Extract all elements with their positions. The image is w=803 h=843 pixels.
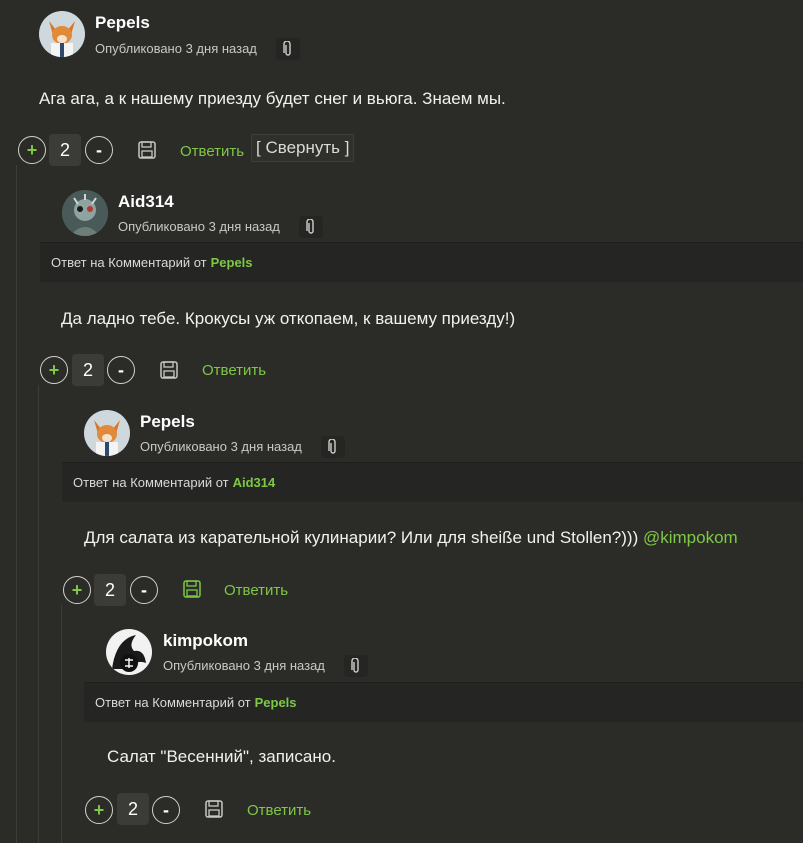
thread-line — [38, 385, 39, 843]
paperclip-button[interactable] — [299, 216, 323, 238]
collapse-button[interactable]: [ Свернуть ] — [251, 134, 355, 162]
vote-down-button[interactable]: - — [107, 356, 135, 384]
published-date: Опубликовано 3 дня назад — [163, 658, 325, 673]
vote-up-button[interactable]: + — [18, 136, 46, 164]
paperclip-icon — [283, 41, 291, 56]
published-date: Опубликовано 3 дня назад — [95, 41, 257, 56]
comment-author[interactable]: Aid314 — [118, 192, 174, 212]
comment-text: Ага ага, а к нашему приезду будет снег и… — [39, 89, 506, 108]
paperclip-button[interactable] — [276, 38, 300, 60]
avatar[interactable] — [106, 629, 152, 675]
vote-down-button[interactable]: - — [152, 796, 180, 824]
published-date: Опубликовано 3 дня назад — [118, 219, 280, 234]
reply-link[interactable]: Ответить — [224, 582, 288, 599]
vote-down-button[interactable]: - — [85, 136, 113, 164]
reply-context-bar: Ответ на Комментарий от Pepels — [84, 682, 803, 722]
reply-context-bar: Ответ на Комментарий от Aid314 — [62, 462, 803, 502]
comment-text: Да ладно тебе. Крокусы уж откопаем, к ва… — [61, 309, 516, 328]
save-icon[interactable] — [137, 140, 157, 160]
vote-up-button[interactable]: + — [40, 356, 68, 384]
avatar[interactable] — [84, 410, 130, 456]
reply-link[interactable]: Ответить — [180, 143, 244, 160]
thread-line — [16, 165, 17, 843]
fox-avatar-icon — [84, 410, 130, 456]
cyborg-avatar-icon — [62, 190, 108, 236]
vote-down-button[interactable]: - — [130, 576, 158, 604]
paperclip-icon — [351, 658, 359, 673]
reply-prefix: Ответ на Комментарий от — [51, 255, 207, 270]
comment-text: Для салата из карательной кулинарии? Или… — [84, 528, 738, 548]
reply-to-author[interactable]: Aid314 — [233, 475, 276, 490]
comment-author[interactable]: Pepels — [95, 13, 150, 33]
reply-to-author[interactable]: Pepels — [211, 255, 253, 270]
comment-author[interactable]: kimpokom — [163, 631, 248, 651]
save-icon[interactable] — [159, 360, 179, 380]
paperclip-button[interactable] — [321, 436, 345, 458]
vote-count: 2 — [117, 793, 149, 825]
avatar[interactable] — [62, 190, 108, 236]
vote-up-button[interactable]: + — [63, 576, 91, 604]
save-icon[interactable] — [204, 799, 224, 819]
vote-up-button[interactable]: + — [85, 796, 113, 824]
comment-text: Салат "Весенний", записано. — [107, 747, 336, 766]
save-icon[interactable] — [182, 579, 202, 599]
paperclip-icon — [306, 219, 314, 234]
paperclip-button[interactable] — [344, 655, 368, 677]
wolf-avatar-icon — [106, 629, 152, 675]
comment-text-body: Для салата из карательной кулинарии? Или… — [84, 528, 639, 547]
paperclip-icon — [328, 439, 336, 454]
fox-avatar-icon — [39, 11, 85, 57]
vote-count: 2 — [72, 354, 104, 386]
reply-prefix: Ответ на Комментарий от — [95, 695, 251, 710]
reply-link[interactable]: Ответить — [202, 362, 266, 379]
vote-count: 2 — [94, 574, 126, 606]
vote-count: 2 — [49, 134, 81, 166]
comment-author[interactable]: Pepels — [140, 412, 195, 432]
user-mention[interactable]: @kimpokom — [643, 528, 738, 547]
avatar[interactable] — [39, 11, 85, 57]
reply-prefix: Ответ на Комментарий от — [73, 475, 229, 490]
reply-to-author[interactable]: Pepels — [255, 695, 297, 710]
published-date: Опубликовано 3 дня назад — [140, 439, 302, 454]
thread-line — [61, 605, 62, 843]
reply-link[interactable]: Ответить — [247, 802, 311, 819]
reply-context-bar: Ответ на Комментарий от Pepels — [40, 242, 803, 282]
